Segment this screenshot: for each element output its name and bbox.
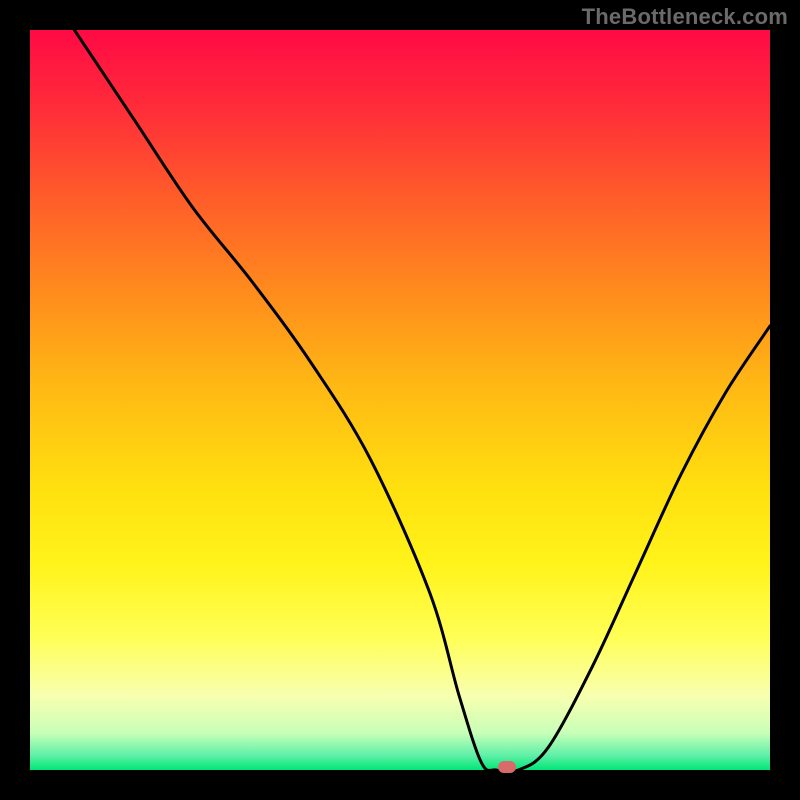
bottleneck-marker	[498, 761, 516, 773]
plot-area	[30, 30, 770, 770]
chart-frame: TheBottleneck.com	[0, 0, 800, 800]
curve-line	[74, 30, 770, 770]
attribution-label: TheBottleneck.com	[582, 4, 788, 30]
curve-svg	[30, 30, 770, 770]
